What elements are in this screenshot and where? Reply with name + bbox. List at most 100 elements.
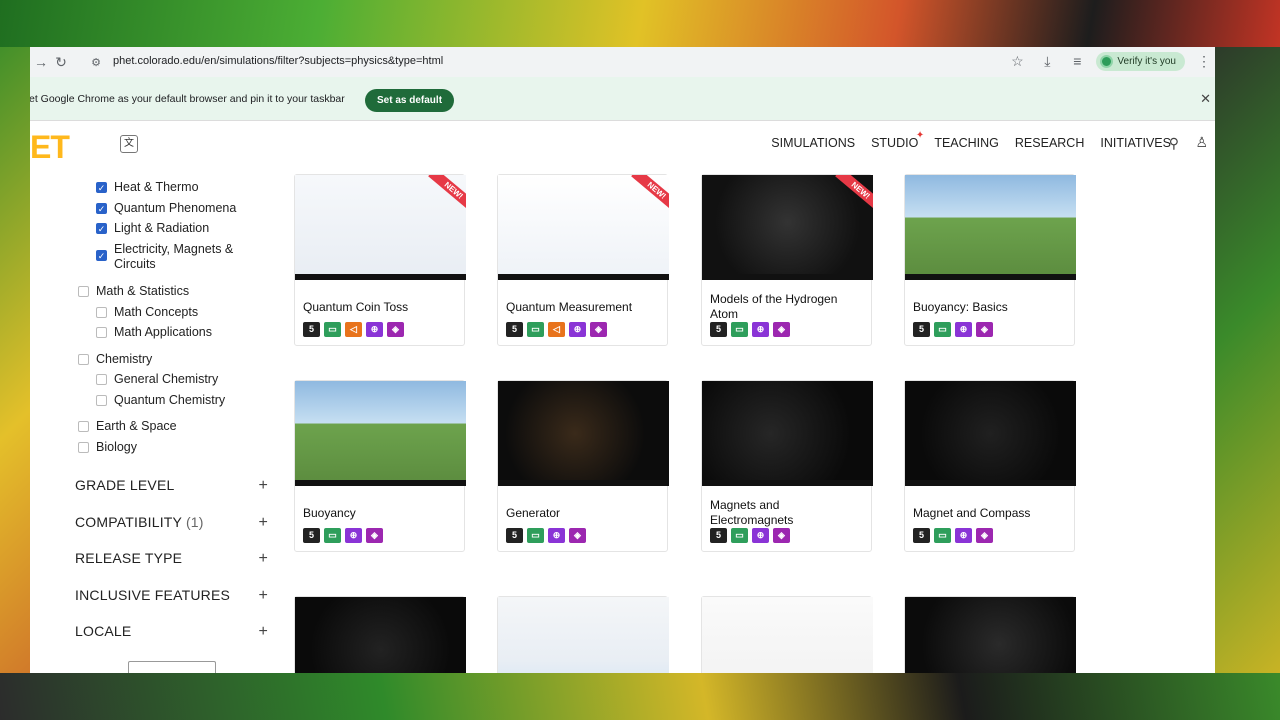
facet-release-type[interactable]: RELEASE TYPE +: [75, 550, 268, 568]
plus-icon[interactable]: +: [258, 623, 268, 641]
checkbox[interactable]: [78, 354, 89, 365]
simulation-card[interactable]: NEW! Quantum Measurement 5 ▭ ◁ ⊕ ◈: [497, 174, 669, 346]
simulation-card[interactable]: [497, 596, 669, 673]
simulation-thumbnail[interactable]: [905, 175, 1076, 280]
facet-compatibility[interactable]: COMPATIBILITY (1) +: [75, 514, 268, 532]
facet-grade-level[interactable]: GRADE LEVEL +: [75, 477, 268, 495]
simulation-title[interactable]: Magnet and Compass: [913, 506, 1069, 521]
checkbox[interactable]: [78, 442, 89, 453]
reload-icon[interactable]: ↻: [50, 51, 72, 73]
simulation-card[interactable]: Buoyancy: Basics 5 ▭ ⊕ ◈: [904, 174, 1076, 346]
simulation-card[interactable]: Magnet and Compass 5 ▭ ⊕ ◈: [904, 380, 1076, 552]
plus-icon[interactable]: +: [258, 550, 268, 568]
simulation-thumbnail[interactable]: [905, 597, 1076, 673]
checkbox[interactable]: ✓: [96, 182, 107, 193]
nav-studio[interactable]: STUDIO ✦: [871, 130, 924, 150]
thumbnail-navbar: [498, 274, 669, 280]
thumbnail-navbar: [295, 274, 466, 280]
html-badge-icon: 5: [913, 322, 930, 337]
simulation-thumbnail[interactable]: [498, 597, 669, 673]
filter-math-concepts[interactable]: Math Concepts: [96, 305, 198, 320]
filter-heat-thermo[interactable]: ✓ Heat & Thermo: [96, 180, 199, 195]
simulation-card[interactable]: [294, 596, 466, 673]
simulation-thumbnail[interactable]: NEW!: [498, 175, 669, 280]
phet-logo[interactable]: ET: [30, 129, 70, 166]
nav-research[interactable]: RESEARCH: [1015, 136, 1084, 150]
checkbox[interactable]: ✓: [96, 223, 107, 234]
filter-math-applications[interactable]: Math Applications: [96, 325, 212, 340]
simulation-card[interactable]: NEW! Quantum Coin Toss 5 ▭ ◁ ⊕ ◈: [294, 174, 466, 346]
filter-electricity[interactable]: ✓ Electricity, Magnets & Circuits: [96, 242, 256, 272]
forward-icon[interactable]: →: [30, 51, 52, 73]
simulation-card[interactable]: Buoyancy 5 ▭ ⊕ ◈: [294, 380, 466, 552]
purple-badge-icon: ⊕: [752, 322, 769, 337]
purple-badge-icon: ⊕: [569, 322, 586, 337]
simulation-thumbnail[interactable]: [295, 597, 466, 673]
verify-profile-button[interactable]: Verify it's you: [1096, 51, 1185, 71]
nav-teaching[interactable]: TEACHING: [934, 136, 999, 150]
download-icon[interactable]: ⤓: [1036, 50, 1058, 72]
simulation-card[interactable]: NEW! Models of the Hydrogen Atom 5 ▭ ⊕ ◈: [701, 174, 873, 346]
checkbox[interactable]: [96, 327, 107, 338]
filter-label: Quantum Phenomena: [114, 201, 237, 215]
magenta-badge-icon: ◈: [569, 528, 586, 543]
plus-icon[interactable]: +: [258, 514, 268, 532]
filter-biology[interactable]: Biology: [78, 440, 137, 455]
simulation-title[interactable]: Buoyancy: [303, 506, 459, 521]
clear-filters-button[interactable]: [128, 661, 216, 673]
simulation-thumbnail[interactable]: [498, 381, 669, 486]
checkbox[interactable]: [96, 307, 107, 318]
simulation-title[interactable]: Magnets and Electromagnets: [710, 498, 866, 528]
simulation-title[interactable]: Quantum Coin Toss: [303, 300, 459, 315]
facet-inclusive-features[interactable]: INCLUSIVE FEATURES +: [75, 587, 268, 605]
filter-quantum-phenomena[interactable]: ✓ Quantum Phenomena: [96, 201, 236, 216]
facet-locale[interactable]: LOCALE +: [75, 623, 268, 641]
close-icon[interactable]: ✕: [1200, 91, 1211, 107]
simulation-thumbnail[interactable]: [702, 597, 873, 673]
simulation-card[interactable]: [904, 596, 1076, 673]
site-settings-icon[interactable]: ⚙: [85, 51, 107, 73]
nav-initiatives[interactable]: INITIATIVES: [1100, 136, 1171, 150]
filter-earth-space[interactable]: Earth & Space: [78, 419, 177, 434]
magenta-badge-icon: ◈: [387, 322, 404, 337]
profile-icon: [1100, 54, 1114, 68]
simulation-card[interactable]: Generator 5 ▭ ⊕ ◈: [497, 380, 669, 552]
translate-icon[interactable]: 文: [120, 135, 138, 153]
new-ribbon: NEW!: [630, 175, 669, 214]
search-icon[interactable]: ⚲: [1169, 135, 1179, 152]
filter-light-radiation[interactable]: ✓ Light & Radiation: [96, 221, 209, 236]
simulation-title[interactable]: Buoyancy: Basics: [913, 300, 1069, 315]
checkbox[interactable]: [96, 374, 107, 385]
address-bar[interactable]: phet.colorado.edu/en/simulations/filter?…: [113, 55, 443, 67]
menu-kebab-icon[interactable]: ⋮: [1193, 50, 1215, 72]
filter-chemistry[interactable]: Chemistry: [78, 352, 152, 367]
feature-badges: 5 ▭ ⊕ ◈: [913, 528, 993, 543]
simulation-thumbnail[interactable]: [295, 381, 466, 486]
checkbox[interactable]: ✓: [96, 203, 107, 214]
simulation-title[interactable]: Models of the Hydrogen Atom: [710, 292, 866, 322]
browser-window: → ↻ ⚙ phet.colorado.edu/en/simulations/f…: [30, 47, 1215, 673]
magenta-badge-icon: ◈: [976, 322, 993, 337]
filter-math-statistics[interactable]: Math & Statistics: [78, 284, 189, 299]
plus-icon[interactable]: +: [258, 477, 268, 495]
simulation-thumbnail[interactable]: [702, 381, 873, 486]
checkbox[interactable]: [96, 395, 107, 406]
simulation-thumbnail[interactable]: [905, 381, 1076, 486]
filter-general-chemistry[interactable]: General Chemistry: [96, 372, 218, 387]
checkbox[interactable]: ✓: [96, 250, 107, 261]
plus-icon[interactable]: +: [258, 587, 268, 605]
simulation-card[interactable]: [701, 596, 873, 673]
checkbox[interactable]: [78, 286, 89, 297]
media-icon[interactable]: ≡: [1066, 50, 1088, 72]
checkbox[interactable]: [78, 421, 89, 432]
simulation-thumbnail[interactable]: NEW!: [702, 175, 873, 280]
filter-quantum-chemistry[interactable]: Quantum Chemistry: [96, 393, 225, 408]
nav-simulations[interactable]: SIMULATIONS: [771, 136, 855, 150]
simulation-title[interactable]: Generator: [506, 506, 662, 521]
simulation-thumbnail[interactable]: NEW!: [295, 175, 466, 280]
simulation-card[interactable]: Magnets and Electromagnets 5 ▭ ⊕ ◈: [701, 380, 873, 552]
bookmark-star-icon[interactable]: ☆: [1006, 50, 1028, 72]
simulation-title[interactable]: Quantum Measurement: [506, 300, 662, 315]
set-as-default-button[interactable]: Set as default: [365, 89, 455, 112]
user-icon[interactable]: ♙: [1195, 134, 1208, 151]
